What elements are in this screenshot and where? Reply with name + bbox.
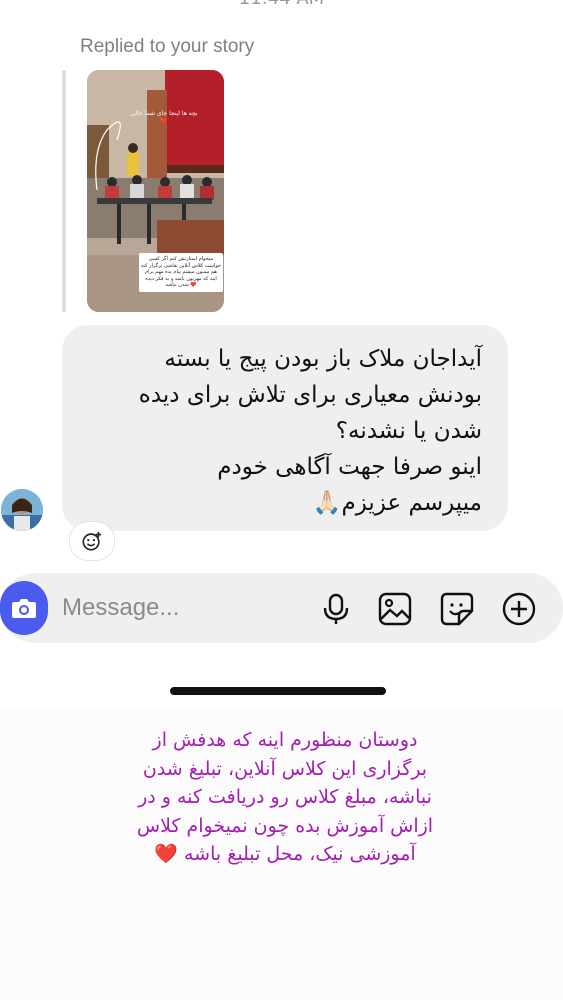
message-composer xyxy=(0,573,563,643)
gallery-icon[interactable] xyxy=(377,591,413,627)
camera-icon xyxy=(12,599,36,618)
message-line: آیداجان ملاک باز بودن پیج یا بسته xyxy=(164,346,482,372)
sticker-icon[interactable] xyxy=(439,591,475,627)
message-bubble[interactable]: آیداجان ملاک باز بودن پیج یا بسته بودنش … xyxy=(62,325,508,531)
microphone-icon[interactable] xyxy=(318,591,354,627)
note-line: برگزاری این کلاس آنلاین، تبلیغ شدن xyxy=(142,757,428,780)
reply-bar xyxy=(62,70,66,312)
home-indicator xyxy=(170,687,386,695)
reply-label: Replied to your story xyxy=(80,36,255,57)
heart-icon: ❤️ xyxy=(154,843,178,865)
note-line: آموزشی نیک، محل تبلیغ باشه ❤️ xyxy=(60,840,510,869)
message-input[interactable] xyxy=(62,591,302,625)
message-line: اینو صرفا جهت آگاهی خودم xyxy=(217,454,482,480)
story-thumbnail[interactable]: بچه ها اینجا جای شما خالی ❤️ میخوام استا… xyxy=(87,70,224,312)
add-reaction-button[interactable] xyxy=(69,521,115,561)
avatar[interactable] xyxy=(1,489,43,531)
note-line: نباشه، مبلغ کلاس رو دریافت کنه و در xyxy=(138,786,432,808)
message-line: میپرسم عزیزم🙏🏻 xyxy=(312,490,482,516)
message-line: شدن یا نشدنه؟ xyxy=(335,418,482,444)
note-panel: دوستان منظورم اینه که هدفش از برگزاری ای… xyxy=(0,708,563,1000)
plus-circle-icon[interactable] xyxy=(501,591,537,627)
status-time: 11:44 AM xyxy=(0,0,563,9)
message-line: بودنش معیاری برای تلاش برای دیده xyxy=(138,382,482,408)
avatar-image xyxy=(1,489,43,531)
add-reaction-icon xyxy=(82,531,102,551)
story-top-text: بچه ها اینجا جای شما خالی ❤️ xyxy=(130,110,198,125)
camera-button[interactable] xyxy=(0,581,48,635)
note-line-text: آموزشی نیک، محل تبلیغ باشه xyxy=(184,843,416,865)
note-line: دوستان منظورم اینه که هدفش از xyxy=(152,729,418,751)
story-caption: میخوام استارتش کنم اگر کسی خواست کلاس آن… xyxy=(139,253,223,292)
message-text: آیداجان ملاک باز بودن پیج یا بسته بودنش … xyxy=(72,341,482,521)
note-text: دوستان منظورم اینه که هدفش از برگزاری ای… xyxy=(60,726,510,869)
note-line: ازاش آموزش بده چون نمیخوام کلاس xyxy=(136,814,434,837)
